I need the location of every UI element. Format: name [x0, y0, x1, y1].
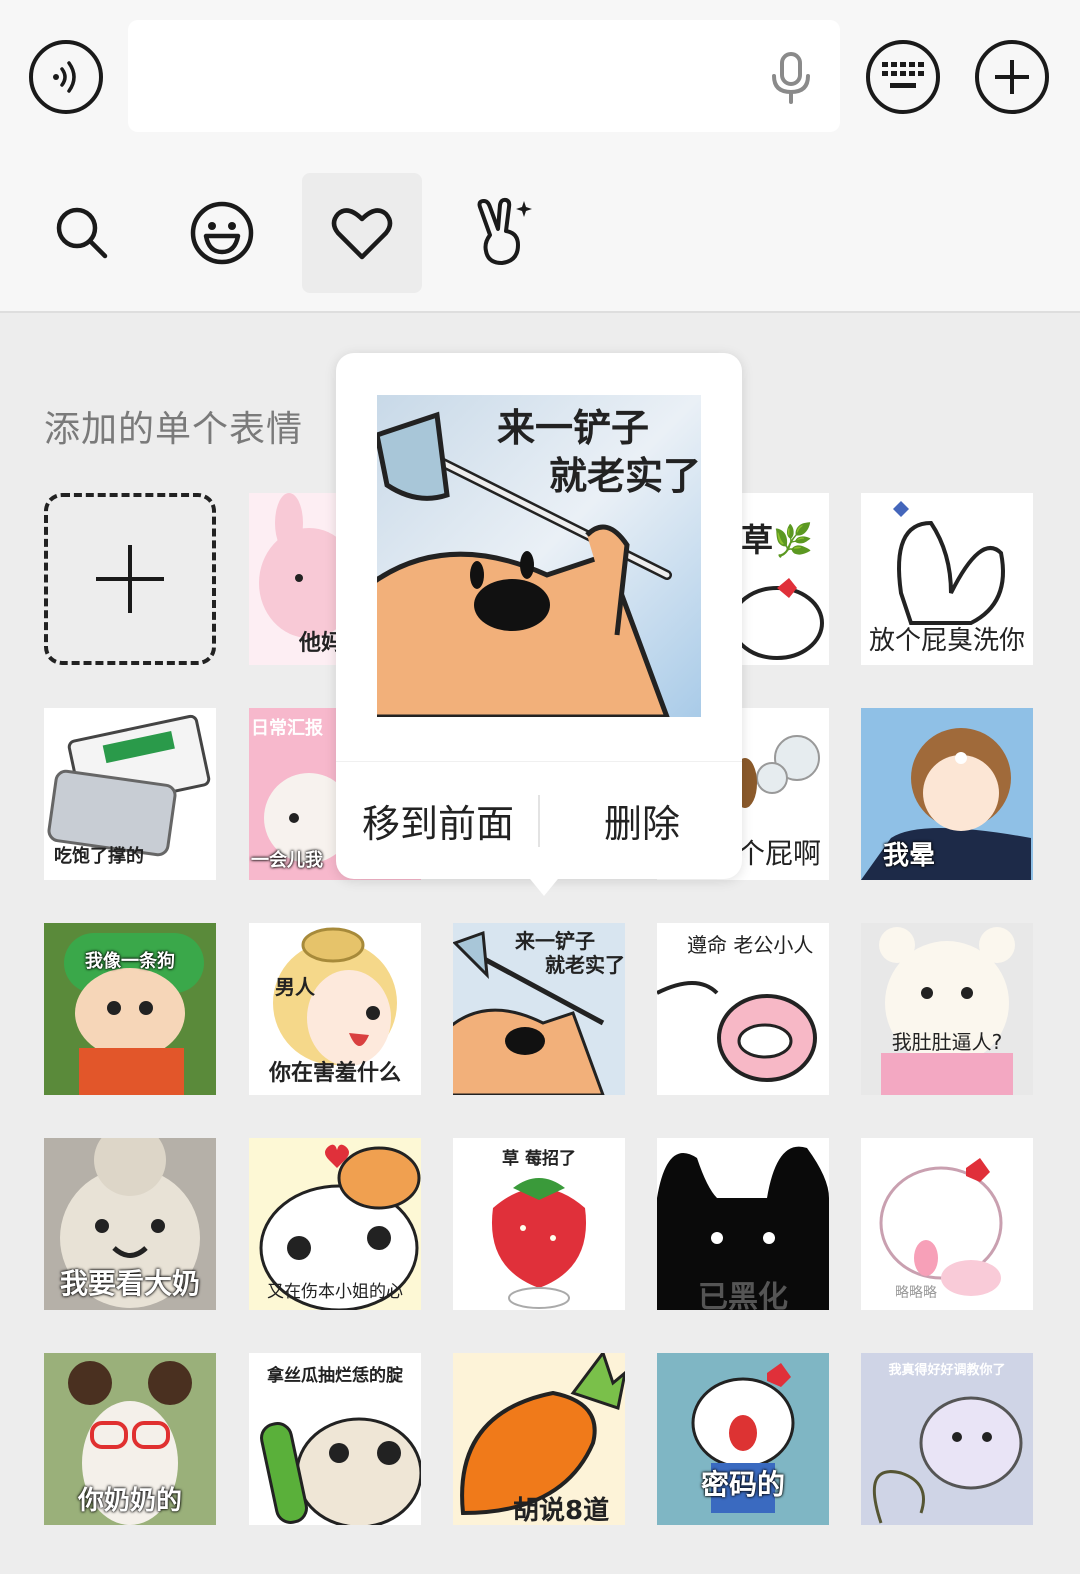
- sticker-caption: 草 莓招了: [502, 1149, 576, 1169]
- sticker-caption: 胡说8道: [513, 1496, 610, 1525]
- menu-divider: [336, 761, 742, 762]
- sticker-caption-top: 就老实了: [545, 953, 625, 977]
- sticker-caption-top: 男人: [275, 975, 315, 999]
- bear-sticker: [879, 927, 1015, 1095]
- tab-favorites[interactable]: [302, 173, 422, 293]
- sticker-caption: 我肚肚逼人?: [891, 1030, 1003, 1054]
- sticker-item[interactable]: 遵命 老公小人: [657, 923, 829, 1095]
- sparkle-hand-icon: [477, 197, 532, 265]
- sticker-caption: 我真得好好调教你了: [888, 1363, 1006, 1378]
- sticker-item[interactable]: 密码的: [657, 1353, 829, 1525]
- tab-emoji[interactable]: [162, 173, 282, 293]
- plus-icon: [995, 60, 1029, 94]
- input-toolbar: [0, 0, 1080, 155]
- microphone-icon: [772, 52, 810, 104]
- more-button[interactable]: [975, 40, 1049, 114]
- section-title: 添加的单个表情: [44, 409, 304, 450]
- tab-search[interactable]: [22, 173, 142, 293]
- sticker-caption: 个屁啊: [737, 837, 822, 870]
- sticker-context-menu: 来一铲子 就老实了 移到前面 删除: [336, 353, 742, 879]
- keyboard-icon: [882, 62, 924, 88]
- sticker-caption: 放个屁臭洗你: [868, 626, 1025, 656]
- preview-caption-line2: 就老实了: [549, 454, 701, 498]
- sticker-caption: 略略略: [895, 1285, 937, 1301]
- sticker-item[interactable]: 吃饱了撑的: [44, 708, 216, 880]
- sticker-item[interactable]: 已黑化: [657, 1138, 829, 1310]
- search-icon: [56, 207, 108, 259]
- sticker-item[interactable]: 我像一条狗: [44, 923, 216, 1095]
- menu-separator: [538, 795, 540, 847]
- voice-button[interactable]: [29, 40, 103, 114]
- sticker-caption: 密码的: [700, 1468, 785, 1501]
- sticker-caption: 你奶奶的: [77, 1486, 182, 1516]
- sticker-item[interactable]: 放个屁臭洗你: [861, 493, 1033, 665]
- voice-wave-icon: [53, 61, 76, 93]
- sticker-caption: 我晕: [883, 841, 936, 871]
- selected-sticker-preview: 来一铲子 就老实了: [377, 395, 701, 717]
- sticker-item[interactable]: 来一铲子 就老实了: [453, 923, 625, 1095]
- sticker-item[interactable]: 我晕: [861, 708, 1033, 880]
- sticker-caption: 已黑化: [698, 1280, 788, 1310]
- sticker-item[interactable]: 男人 你在害羞什么: [249, 923, 421, 1095]
- delete-button[interactable]: 删除: [604, 793, 680, 848]
- microphone-button[interactable]: [770, 52, 812, 108]
- sticker-item[interactable]: 草 莓招了: [453, 1138, 625, 1310]
- keyboard-button[interactable]: [866, 40, 940, 114]
- move-to-front-button[interactable]: 移到前面: [362, 793, 514, 848]
- emoji-tab-bar: [0, 155, 1080, 313]
- sticker-caption: 遵命 老公小人: [687, 933, 814, 957]
- tab-stickers[interactable]: [442, 173, 562, 293]
- heart-icon: [331, 208, 393, 260]
- sticker-item[interactable]: 我真得好好调教你了: [861, 1353, 1033, 1525]
- smiley-icon: [190, 201, 254, 265]
- whip-creature-sticker: [872, 1396, 1023, 1524]
- sticker-item[interactable]: 胡说8道: [453, 1353, 625, 1525]
- sticker-caption: 我要看大奶: [59, 1267, 200, 1300]
- add-sticker-button[interactable]: [44, 493, 216, 665]
- sticker-item[interactable]: 又在伤本小姐的心: [249, 1138, 421, 1310]
- sticker-caption: 草🌿: [741, 521, 813, 559]
- sticker-item[interactable]: 我肚肚逼人?: [861, 923, 1033, 1095]
- plus-icon: [96, 545, 164, 613]
- sticker-item[interactable]: 你奶奶的: [44, 1353, 216, 1525]
- menu-pointer: [526, 874, 562, 896]
- sticker-item[interactable]: 拿丝瓜抽烂恁的腚: [249, 1353, 421, 1525]
- sticker-item[interactable]: 略略略: [861, 1138, 1033, 1310]
- sticker-caption: 我像一条狗: [85, 951, 175, 972]
- sticker-item[interactable]: 我要看大奶: [44, 1138, 216, 1310]
- sticker-caption: 吃饱了撑的: [54, 846, 144, 867]
- message-input[interactable]: [128, 20, 840, 132]
- preview-caption-line1: 来一铲子: [497, 406, 650, 450]
- sticker-caption: 拿丝瓜抽烂恁的腚: [267, 1366, 403, 1386]
- sticker-caption: 你在害羞什么: [268, 1061, 401, 1086]
- sticker-caption: 又在伤本小姐的心: [267, 1282, 403, 1302]
